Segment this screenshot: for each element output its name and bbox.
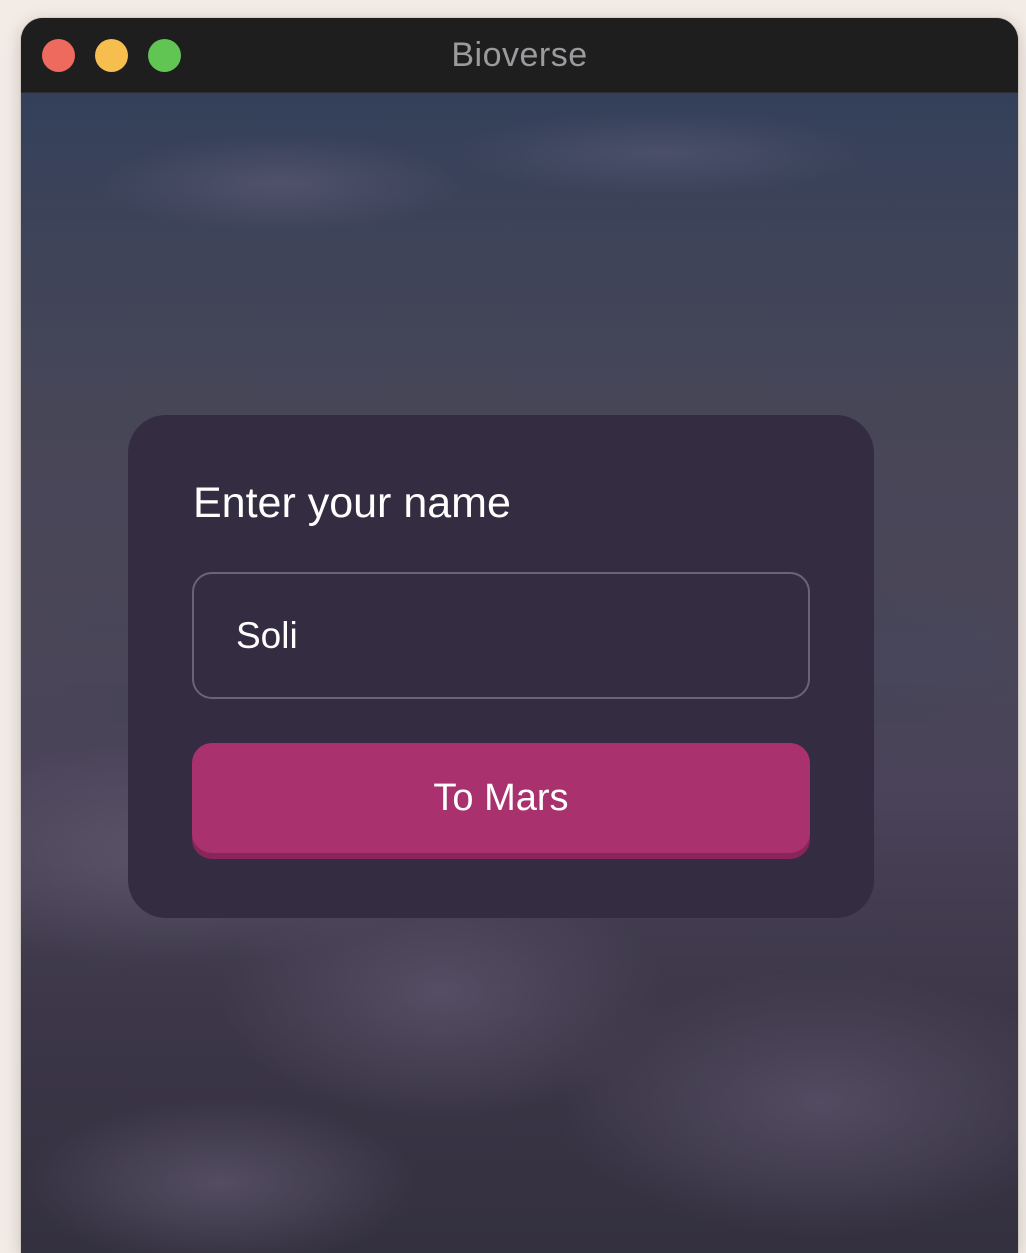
window-title: Bioverse [451, 36, 588, 74]
name-entry-card: Enter your name To Mars [128, 415, 874, 918]
name-input[interactable] [192, 572, 810, 699]
app-window: Bioverse Enter your name To Mars [21, 18, 1018, 1253]
title-bar: Bioverse [21, 18, 1018, 93]
to-mars-button[interactable]: To Mars [192, 743, 810, 853]
name-prompt-heading: Enter your name [193, 479, 511, 527]
sky-background: Enter your name To Mars [21, 93, 1018, 1253]
